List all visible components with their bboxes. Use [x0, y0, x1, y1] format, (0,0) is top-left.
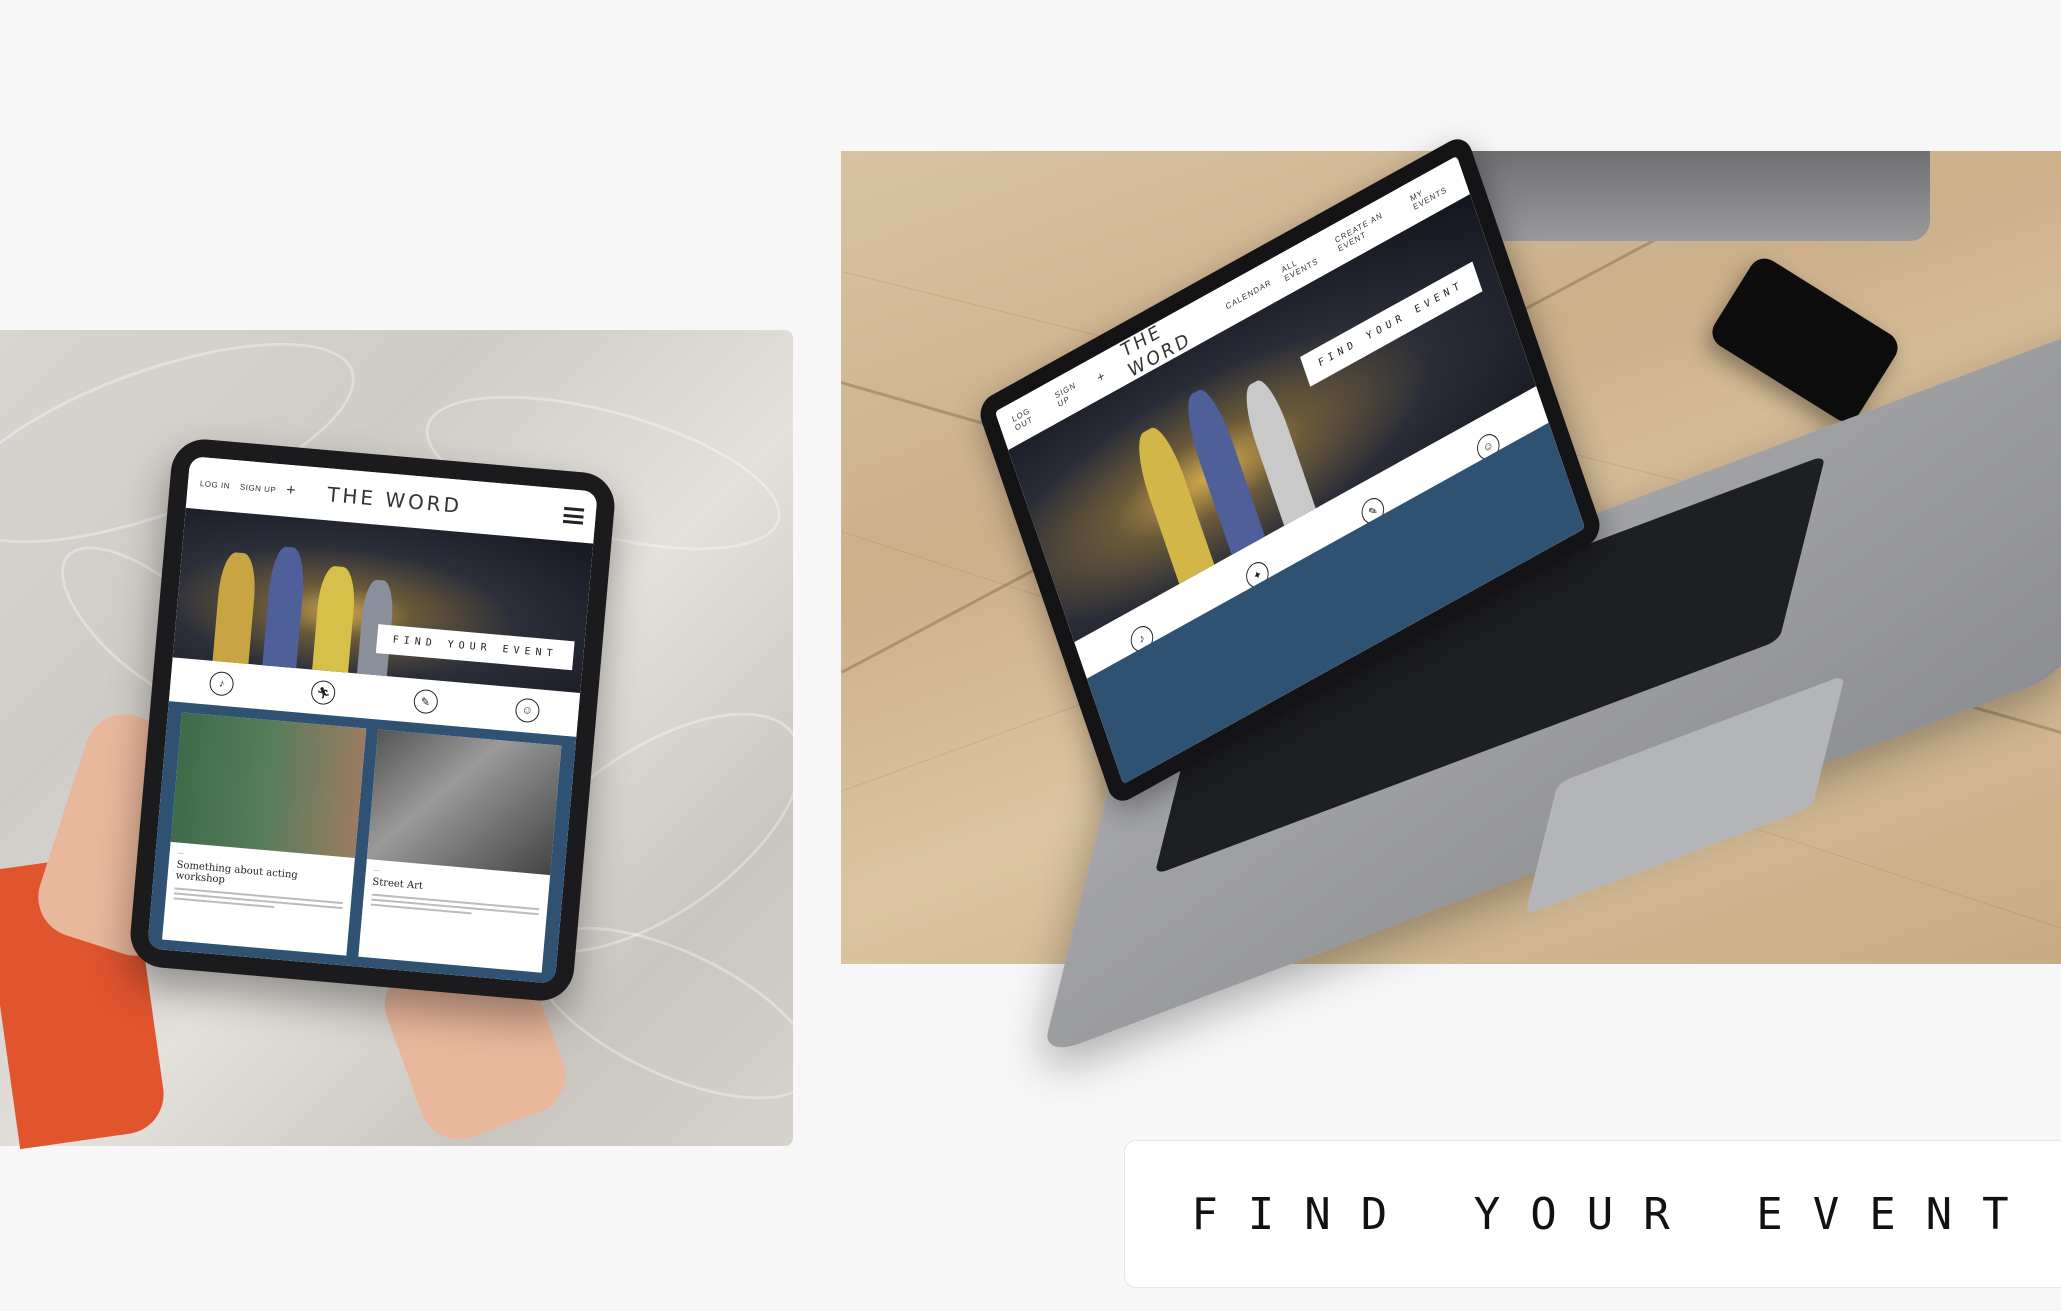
- find-event-card[interactable]: FIND YOUR EVENT: [1124, 1140, 2061, 1288]
- brush-icon[interactable]: ✎: [412, 688, 439, 715]
- performer-figure: [262, 545, 307, 669]
- card-image: [366, 729, 562, 876]
- login-link[interactable]: LOG IN: [200, 479, 231, 491]
- music-note-icon[interactable]: ♪: [208, 670, 235, 697]
- plus-icon[interactable]: +: [1095, 367, 1107, 386]
- running-figure-icon[interactable]: 🏃︎: [310, 679, 337, 706]
- tablet-device: LOG IN SIGN UP + THE WORD FIND YOUR EVEN…: [127, 436, 618, 1004]
- plus-icon[interactable]: +: [285, 482, 296, 501]
- signup-link[interactable]: SIGN UP: [240, 482, 277, 494]
- mask-icon[interactable]: ☺: [514, 697, 541, 724]
- signup-link[interactable]: SIGN UP: [1054, 376, 1088, 409]
- event-card[interactable]: — Something about acting workshop: [162, 712, 366, 956]
- background-laptop: [1470, 151, 1930, 241]
- nav-calendar[interactable]: CALENDAR: [1224, 277, 1272, 311]
- performer-figure: [212, 551, 258, 664]
- hamburger-icon[interactable]: [562, 506, 585, 525]
- find-event-text: FIND YOUR EVENT: [1191, 1188, 2039, 1240]
- tablet-screen: LOG IN SIGN UP + THE WORD FIND YOUR EVEN…: [147, 456, 598, 984]
- card-image: [170, 712, 366, 858]
- event-card[interactable]: — Street Art: [357, 729, 562, 973]
- site-logo[interactable]: THE WORD: [326, 482, 554, 526]
- event-cards: — Something about acting workshop — Stre…: [147, 701, 577, 984]
- hero-find-tag[interactable]: FIND YOUR EVENT: [1299, 261, 1483, 387]
- hero-find-tag[interactable]: FIND YOUR EVENT: [375, 624, 575, 671]
- performer-figure: [312, 564, 358, 673]
- logout-link[interactable]: LOG OUT: [1011, 399, 1047, 433]
